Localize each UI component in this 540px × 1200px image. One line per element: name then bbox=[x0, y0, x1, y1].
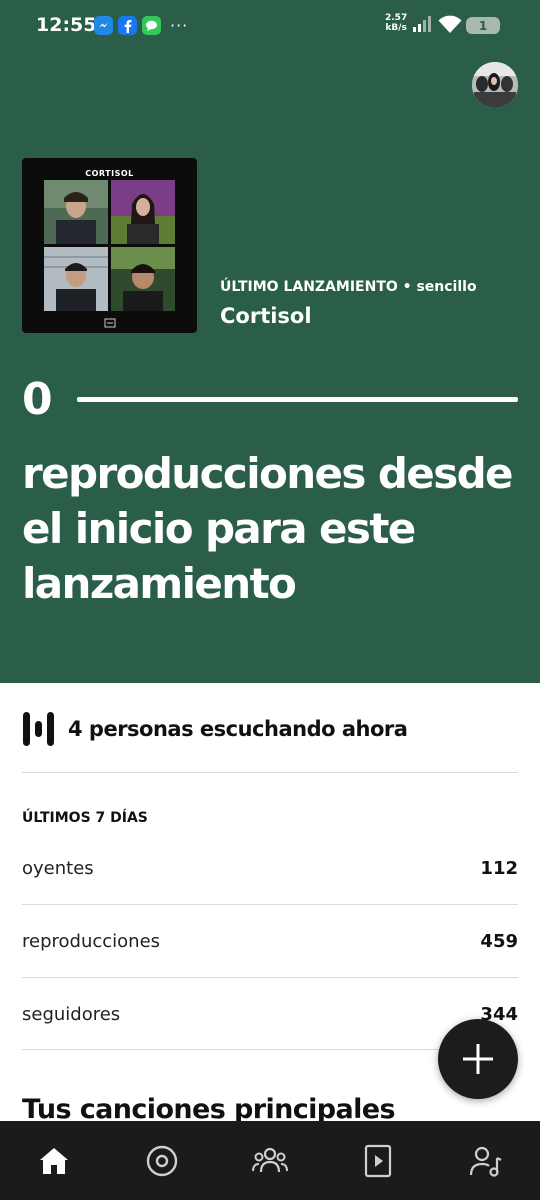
nav-video[interactable] bbox=[358, 1141, 398, 1181]
cover-title: CORTISOL bbox=[85, 169, 134, 178]
nav-audience[interactable] bbox=[250, 1141, 290, 1181]
release-cover-art[interactable]: CORTISOL bbox=[22, 158, 197, 333]
add-button[interactable] bbox=[438, 1019, 518, 1099]
music-icon bbox=[146, 1145, 178, 1177]
facebook-icon bbox=[118, 16, 137, 35]
cover-photo-2 bbox=[111, 180, 175, 244]
cover-photo-4 bbox=[111, 247, 175, 311]
signal-icon bbox=[413, 16, 431, 32]
battery-indicator: 1 bbox=[466, 17, 500, 34]
nav-music[interactable] bbox=[142, 1141, 182, 1181]
audience-icon bbox=[252, 1147, 288, 1173]
messenger-icon bbox=[94, 16, 113, 35]
live-listeners-icon bbox=[23, 712, 54, 746]
stats-section-title: ÚLTIMOS 7 DÍAS bbox=[22, 810, 148, 826]
network-speed-value: 2.57 bbox=[385, 13, 408, 23]
stat-label: reproducciones bbox=[22, 930, 161, 952]
artist-avatar[interactable] bbox=[472, 62, 518, 108]
hero-panel: 12:55 ··· 2.57 kB/s 1 CORTISOL ÚLTIMO LA… bbox=[0, 0, 540, 683]
home-icon bbox=[40, 1148, 68, 1174]
streams-divider-line bbox=[77, 397, 518, 402]
more-notifications-icon: ··· bbox=[170, 16, 189, 35]
stat-label: seguidores bbox=[22, 1003, 121, 1025]
live-listeners-row[interactable]: 4 personas escuchando ahora bbox=[22, 710, 408, 748]
cover-photo-1 bbox=[44, 180, 108, 244]
nav-artist-profile[interactable] bbox=[466, 1141, 506, 1181]
notification-icons: ··· bbox=[94, 16, 188, 35]
plus-icon bbox=[463, 1044, 493, 1074]
streams-caption: reproducciones desde el inicio para este… bbox=[22, 449, 514, 608]
stat-label: oyentes bbox=[22, 857, 94, 879]
divider bbox=[22, 772, 518, 773]
cover-logo bbox=[104, 318, 116, 330]
status-time: 12:55 bbox=[36, 14, 97, 36]
divider bbox=[22, 977, 518, 978]
network-speed-unit: kB/s bbox=[385, 23, 407, 33]
stat-row-listeners[interactable]: oyentes 112 bbox=[22, 853, 518, 883]
messages-icon bbox=[142, 16, 161, 35]
streams-count: 0 bbox=[22, 374, 53, 425]
release-name[interactable]: Cortisol bbox=[220, 304, 312, 328]
nav-home[interactable] bbox=[34, 1141, 74, 1181]
cover-photo-3 bbox=[44, 247, 108, 311]
wifi-icon bbox=[438, 15, 462, 33]
bottom-navigation bbox=[0, 1121, 540, 1200]
stat-row-streams[interactable]: reproducciones 459 bbox=[22, 926, 518, 956]
stat-value: 459 bbox=[480, 930, 518, 952]
live-listeners-text: 4 personas escuchando ahora bbox=[68, 717, 408, 741]
artist-profile-icon bbox=[469, 1146, 502, 1177]
network-speed: 2.57 kB/s bbox=[385, 13, 407, 33]
stat-value: 112 bbox=[480, 857, 518, 879]
divider bbox=[22, 904, 518, 905]
release-kicker: ÚLTIMO LANZAMIENTO • sencillo bbox=[220, 279, 477, 295]
stat-row-followers[interactable]: seguidores 344 bbox=[22, 999, 518, 1029]
video-icon bbox=[364, 1144, 392, 1178]
status-bar: 12:55 ··· 2.57 kB/s 1 bbox=[0, 0, 540, 54]
